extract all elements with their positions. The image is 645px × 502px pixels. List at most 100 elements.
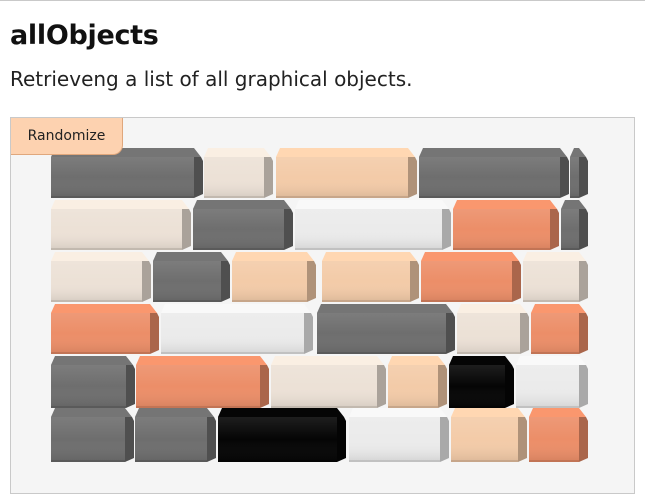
page: allObjects Retrieveng a list of all grap…	[0, 0, 645, 502]
brick-side-face	[142, 261, 151, 302]
brick-side-face	[505, 365, 514, 408]
brick-shading	[570, 157, 579, 198]
brick[interactable]	[449, 356, 514, 408]
brick[interactable]	[153, 252, 230, 302]
brick[interactable]	[218, 408, 346, 462]
brick-top-face	[218, 408, 344, 417]
brick-side-face	[337, 417, 346, 462]
brick[interactable]	[193, 200, 293, 250]
brick-bottom-edge	[193, 248, 284, 250]
brick[interactable]	[232, 252, 316, 302]
brick[interactable]	[531, 304, 588, 354]
brick-top-face	[232, 252, 314, 261]
brick-top-face	[153, 252, 228, 261]
brick-shading	[457, 313, 520, 354]
brick[interactable]	[51, 200, 191, 250]
brick[interactable]	[51, 148, 203, 198]
brick-side-face	[410, 261, 419, 302]
brick-shading	[136, 365, 260, 408]
brick-shading	[419, 157, 560, 198]
brick-shading	[317, 313, 446, 354]
brick-bottom-edge	[232, 300, 307, 302]
brick-group	[51, 148, 588, 462]
brick-bottom-edge	[531, 352, 579, 354]
brick-scene[interactable]	[11, 118, 634, 493]
brick[interactable]	[204, 148, 273, 198]
brick-bottom-edge	[322, 300, 410, 302]
brick[interactable]	[451, 408, 527, 462]
brick-shading	[388, 365, 438, 408]
brick[interactable]	[161, 304, 313, 354]
brick-bottom-edge	[136, 406, 260, 408]
brick-bottom-edge	[51, 196, 194, 198]
brick[interactable]	[419, 148, 569, 198]
brick-side-face	[126, 365, 135, 408]
brick-top-face	[531, 304, 586, 313]
brick[interactable]	[570, 148, 588, 198]
brick-bottom-edge	[317, 352, 446, 354]
brick[interactable]	[271, 356, 386, 408]
brick-bottom-edge	[51, 248, 182, 250]
brick[interactable]	[295, 200, 451, 250]
brick-side-face	[560, 157, 569, 198]
brick-side-face	[579, 209, 588, 250]
brick-top-face	[135, 408, 214, 417]
brick-bottom-edge	[153, 300, 221, 302]
brick[interactable]	[516, 356, 588, 408]
brick[interactable]	[349, 408, 449, 462]
brick-bottom-edge	[161, 352, 304, 354]
brick[interactable]	[51, 408, 134, 462]
brick[interactable]	[317, 304, 455, 354]
brick-shading	[349, 417, 440, 462]
brick-top-face	[317, 304, 453, 313]
brick-top-face	[451, 408, 525, 417]
brick-shading	[295, 209, 442, 250]
brick-shading	[161, 313, 304, 354]
brick[interactable]	[51, 252, 151, 302]
brick-shading	[561, 209, 579, 250]
brick-side-face	[260, 365, 269, 408]
brick-side-face	[579, 157, 588, 198]
randomize-button[interactable]: Randomize	[11, 118, 123, 155]
brick-top-face	[388, 356, 445, 365]
brick-side-face	[264, 157, 273, 198]
brick-shading	[453, 209, 550, 250]
brick-bottom-edge	[51, 352, 150, 354]
brick-top-face	[51, 356, 133, 365]
brick-top-face	[193, 200, 291, 209]
brick-bottom-edge	[457, 352, 520, 354]
brick-top-face	[271, 356, 384, 365]
brick[interactable]	[135, 408, 216, 462]
brick[interactable]	[388, 356, 447, 408]
brick-bottom-edge	[51, 406, 126, 408]
brick-side-face	[207, 417, 216, 462]
page-subtitle: Retrieveng a list of all graphical objec…	[10, 67, 413, 91]
brick-side-face	[304, 313, 313, 354]
brick[interactable]	[453, 200, 559, 250]
brick-top-face	[561, 200, 586, 209]
brick[interactable]	[51, 356, 135, 408]
brick-shading	[276, 157, 408, 198]
brick[interactable]	[529, 408, 588, 462]
brick-bottom-edge	[349, 460, 440, 462]
brick-bottom-edge	[523, 300, 579, 302]
brick[interactable]	[322, 252, 419, 302]
brick[interactable]	[457, 304, 529, 354]
brick-side-face	[221, 261, 230, 302]
brick[interactable]	[561, 200, 588, 250]
brick-top-face	[529, 408, 586, 417]
brick[interactable]	[421, 252, 521, 302]
brick-side-face	[579, 313, 588, 354]
brick-bottom-edge	[421, 300, 512, 302]
brick[interactable]	[51, 304, 159, 354]
brick-bottom-edge	[295, 248, 442, 250]
brick-shading	[51, 313, 150, 354]
demo-canvas[interactable]: Randomize	[10, 117, 635, 494]
brick-bottom-edge	[451, 460, 518, 462]
brick[interactable]	[136, 356, 269, 408]
brick-bottom-edge	[51, 460, 125, 462]
brick-bottom-edge	[561, 248, 579, 250]
brick-shading	[271, 365, 377, 408]
brick[interactable]	[523, 252, 588, 302]
brick[interactable]	[276, 148, 417, 198]
